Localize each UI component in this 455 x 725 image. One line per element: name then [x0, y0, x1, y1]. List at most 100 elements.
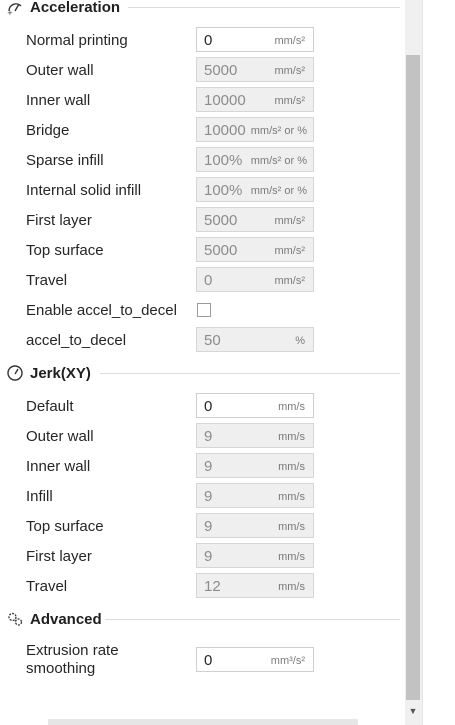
accel-row-top-surface: Top surface 5000 mm/s²: [0, 236, 400, 266]
accel-sparse-infill-label: Sparse infill: [26, 152, 104, 169]
jerk-default-input[interactable]: 0 mm/s: [196, 393, 314, 418]
jerk-travel-input[interactable]: 12 mm/s: [196, 573, 314, 598]
jerk-row-first-layer: First layer 9 mm/s: [0, 542, 400, 572]
field-unit: mm/s²: [274, 245, 305, 257]
accel-bridge-label: Bridge: [26, 122, 70, 139]
jerk-first-layer-label: First layer: [26, 548, 92, 565]
accel-row-sparse-infill: Sparse infill 100% mm/s² or %: [0, 146, 400, 176]
section-divider: [105, 618, 400, 620]
accel-to-decel-label: accel_to_decel: [26, 332, 127, 349]
jerk-top-surface-label: Top surface: [26, 518, 104, 535]
gauge-icon: [6, 364, 24, 382]
field-unit: mm/s² or %: [250, 125, 307, 137]
advanced-row-extrusion-rate-smoothing: Extrusion rate smoothing 0 mm³/s²: [0, 642, 400, 678]
jerk-first-layer-input[interactable]: 9 mm/s: [196, 543, 314, 568]
field-unit: mm/s² or %: [250, 155, 307, 167]
jerk-row-travel: Travel 12 mm/s: [0, 572, 400, 602]
accel-travel-input[interactable]: 0 mm/s²: [196, 267, 314, 292]
accel-row-internal-solid-infill: Internal solid infill 100% mm/s² or %: [0, 176, 400, 206]
jerk-top-surface-input[interactable]: 9 mm/s: [196, 513, 314, 538]
accel-first-layer-label: First layer: [26, 212, 92, 229]
jerk-section-title: Jerk(XY): [30, 364, 91, 382]
accel-internal-solid-infill-input[interactable]: 100% mm/s² or %: [196, 177, 314, 202]
field-value: 0: [204, 398, 213, 415]
field-unit: mm/s: [278, 461, 305, 473]
field-value: 9: [204, 458, 213, 475]
jerk-row-inner-wall: Inner wall 9 mm/s: [0, 452, 400, 482]
accel-to-decel-row: accel_to_decel 50 %: [0, 326, 400, 356]
field-value: 0: [204, 652, 213, 669]
enable-accel-to-decel-row: Enable accel_to_decel: [0, 296, 400, 326]
bottom-scroll-strip: [48, 719, 358, 725]
svg-text:+: +: [7, 9, 13, 16]
jerk-row-top-surface: Top surface 9 mm/s: [0, 512, 400, 542]
right-panel-edge: [422, 0, 455, 725]
field-value: 9: [204, 548, 213, 565]
jerk-default-label: Default: [26, 398, 74, 415]
field-unit: mm/s²: [274, 215, 305, 227]
field-value: 100%: [204, 152, 243, 169]
jerk-inner-wall-input[interactable]: 9 mm/s: [196, 453, 314, 478]
field-unit: mm³/s²: [270, 655, 305, 667]
accel-row-inner-wall: Inner wall 10000 mm/s²: [0, 86, 400, 116]
jerk-infill-input[interactable]: 9 mm/s: [196, 483, 314, 508]
jerk-inner-wall-label: Inner wall: [26, 458, 91, 475]
gears-icon: [6, 610, 24, 628]
jerk-row-default: Default 0 mm/s: [0, 392, 400, 422]
jerk-outer-wall-input[interactable]: 9 mm/s: [196, 423, 314, 448]
section-divider: [100, 372, 400, 374]
accel-inner-wall-label: Inner wall: [26, 92, 91, 109]
accel-normal-printing-input[interactable]: 0 mm/s²: [196, 27, 314, 52]
field-value: 9: [204, 488, 213, 505]
extrusion-rate-smoothing-label: Extrusion rate smoothing: [26, 642, 119, 678]
advanced-section-title: Advanced: [30, 610, 102, 628]
accel-row-first-layer: First layer 5000 mm/s²: [0, 206, 400, 236]
accel-inner-wall-input[interactable]: 10000 mm/s²: [196, 87, 314, 112]
field-value: 100%: [204, 182, 243, 199]
field-value: 0: [204, 32, 213, 49]
accel-to-decel-input[interactable]: 50 %: [196, 327, 314, 352]
accel-top-surface-input[interactable]: 5000 mm/s²: [196, 237, 314, 262]
field-unit: mm/s²: [274, 95, 305, 107]
field-unit: mm/s: [278, 581, 305, 593]
field-unit: mm/s²: [274, 275, 305, 287]
field-unit: mm/s²: [274, 35, 305, 47]
jerk-infill-label: Infill: [26, 488, 53, 505]
field-value: 10000: [204, 122, 246, 139]
field-value: 9: [204, 428, 213, 445]
field-unit: mm/s² or %: [250, 185, 307, 197]
accel-outer-wall-input[interactable]: 5000 mm/s²: [196, 57, 314, 82]
jerk-section-header: Jerk(XY): [0, 361, 400, 385]
field-unit: mm/s: [278, 431, 305, 443]
jerk-outer-wall-label: Outer wall: [26, 428, 94, 445]
field-value: 9: [204, 518, 213, 535]
field-unit: mm/s: [278, 401, 305, 413]
enable-accel-to-decel-checkbox[interactable]: [197, 303, 211, 317]
accel-row-travel: Travel 0 mm/s²: [0, 266, 400, 296]
acceleration-section-header: + Acceleration: [0, 0, 400, 19]
field-value: 10000: [204, 92, 246, 109]
label-line-2: smoothing: [26, 660, 96, 677]
accel-outer-wall-label: Outer wall: [26, 62, 94, 79]
field-value: 5000: [204, 242, 238, 259]
field-value: 50: [204, 332, 221, 349]
extrusion-rate-smoothing-input[interactable]: 0 mm³/s²: [196, 647, 314, 672]
field-value: 5000: [204, 212, 238, 229]
accel-first-layer-input[interactable]: 5000 mm/s²: [196, 207, 314, 232]
accel-row-bridge: Bridge 10000 mm/s² or %: [0, 116, 400, 146]
field-unit: mm/s: [278, 521, 305, 533]
accel-internal-solid-infill-label: Internal solid infill: [26, 182, 142, 199]
accel-travel-label: Travel: [26, 272, 68, 289]
scroll-down-arrow-icon[interactable]: ▼: [408, 706, 418, 716]
scrollbar-thumb[interactable]: [406, 55, 420, 700]
section-divider: [128, 6, 400, 8]
accel-bridge-input[interactable]: 10000 mm/s² or %: [196, 117, 314, 142]
field-value: 12: [204, 578, 221, 595]
accel-sparse-infill-input[interactable]: 100% mm/s² or %: [196, 147, 314, 172]
jerk-row-infill: Infill 9 mm/s: [0, 482, 400, 512]
acceleration-icon: +: [6, 0, 24, 16]
jerk-row-outer-wall: Outer wall 9 mm/s: [0, 422, 400, 452]
label-line-1: Extrusion rate: [26, 642, 119, 659]
accel-normal-printing-label: Normal printing: [26, 32, 128, 49]
field-unit: mm/s: [278, 551, 305, 563]
